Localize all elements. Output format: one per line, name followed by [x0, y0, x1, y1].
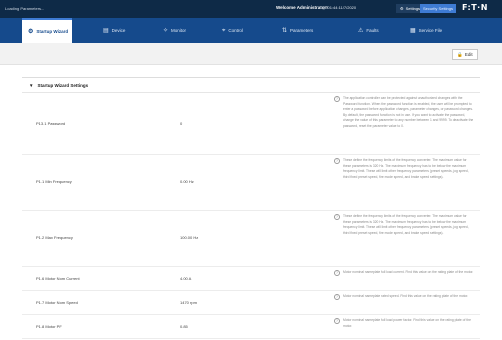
gear-icon: ⚙: [28, 28, 34, 35]
tab-parameters[interactable]: ⇅ Parameters: [282, 18, 313, 43]
help-icon: ?: [334, 158, 340, 164]
security-settings-button[interactable]: Security Settings: [420, 4, 456, 13]
parameter-value[interactable]: 1470 rpm: [180, 300, 197, 305]
parameter-value[interactable]: 0: [180, 121, 182, 126]
parameter-label: P13.1 Password: [36, 121, 66, 126]
main-tabs: ⚙ Startup Wizard ▤ Device ✧ Monitor ⌖ Co…: [0, 18, 502, 43]
tab-service-file[interactable]: ▦ Service File: [410, 18, 442, 43]
parameter-help: ? These define the frequency limits of t…: [334, 158, 474, 180]
tab-device[interactable]: ▤ Device: [103, 18, 125, 43]
parameter-label: P1.1 Min Frequency: [36, 179, 72, 184]
help-icon: ?: [334, 96, 340, 102]
tab-startup-wizard[interactable]: ⚙ Startup Wizard: [22, 18, 72, 43]
help-text: Motor nominal nameplate rated speed. Fin…: [343, 294, 469, 298]
lock-icon: 🔒: [457, 51, 463, 57]
bell-icon: ⚠: [358, 27, 364, 34]
parameter-help: ? The application controller can be prot…: [334, 96, 474, 130]
edit-button[interactable]: 🔒 Edit: [452, 49, 478, 60]
settings-gear-icon: ⚙: [400, 6, 404, 11]
startup-wizard-panel: ▼ Startup Wizard Settings P13.1 Password…: [22, 77, 480, 340]
parameter-help: ? Motor nominal nameplate full load powe…: [334, 318, 474, 329]
parameter-label: P1.2 Max Frequency: [36, 235, 73, 240]
clock-icon: ◷: [322, 5, 326, 10]
parameter-row: P1.8 Motor PF 0.85 ? Motor nominal namep…: [22, 315, 480, 339]
tab-label: Startup Wizard: [36, 29, 69, 34]
parameter-label: P1.8 Motor PF: [36, 324, 62, 329]
parameter-value[interactable]: 0.85: [180, 324, 188, 329]
help-text: Motor nominal nameplate full load power …: [343, 318, 471, 328]
tab-label: Control: [228, 28, 243, 33]
welcome-message: Welcome Administrator!: [276, 5, 328, 10]
tab-label: Device: [111, 28, 126, 33]
help-text: These define the frequency limits of the…: [343, 214, 469, 235]
tab-label: Faults: [366, 28, 379, 33]
datetime-text: 01:44:11/7/2020: [327, 5, 357, 10]
tab-label: Parameters: [290, 28, 314, 33]
help-text: Motor nominal nameplate full load curren…: [343, 270, 474, 274]
tab-label: Monitor: [171, 28, 187, 33]
parameter-help: ? These define the frequency limits of t…: [334, 214, 474, 236]
help-text: These define the frequency limits of the…: [343, 158, 469, 179]
monitor-icon: ✧: [163, 27, 169, 34]
help-icon: ?: [334, 214, 340, 220]
top-bar: Loading Parameters... Welcome Administra…: [0, 0, 502, 18]
parameter-row: P1.1 Min Frequency 0.00 Hz ? These defin…: [22, 155, 480, 211]
parameter-value[interactable]: 4.00 A: [180, 276, 191, 281]
edit-label: Edit: [464, 52, 473, 57]
parameter-help: ? Motor nominal nameplate full load curr…: [334, 270, 474, 276]
parameter-value[interactable]: 0.00 Hz: [180, 179, 194, 184]
loading-status: Loading Parameters...: [5, 6, 45, 11]
control-icon: ⌖: [222, 27, 226, 34]
parameter-row: P1.6 Motor Nom Current 4.00 A ? Motor no…: [22, 267, 480, 291]
parameter-help: ? Motor nominal nameplate rated speed. F…: [334, 294, 474, 300]
file-icon: ▦: [410, 27, 416, 34]
panel-header[interactable]: ▼ Startup Wizard Settings: [22, 78, 480, 93]
tab-label: Service File: [418, 28, 443, 33]
tab-faults[interactable]: ⚠ Faults: [358, 18, 379, 43]
parameter-label: P1.6 Motor Nom Current: [36, 276, 80, 281]
parameter-label: P1.7 Motor Nom Speed: [36, 300, 78, 305]
help-icon: ?: [334, 270, 340, 276]
parameter-row: P13.1 Password 0 ? The application contr…: [22, 93, 480, 155]
device-icon: ▤: [103, 27, 109, 34]
parameters-icon: ⇅: [282, 27, 288, 34]
parameter-row: P1.7 Motor Nom Speed 1470 rpm ? Motor no…: [22, 291, 480, 315]
parameter-value[interactable]: 100.00 Hz: [180, 235, 198, 240]
help-icon: ?: [334, 318, 340, 324]
settings-label: Settings: [405, 6, 421, 11]
eaton-logo: F:T·N: [462, 3, 488, 12]
help-text: The application controller can be protec…: [343, 96, 474, 128]
help-icon: ?: [334, 294, 340, 300]
parameter-row: P1.2 Max Frequency 100.00 Hz ? These def…: [22, 211, 480, 267]
panel-title: Startup Wizard Settings: [37, 82, 89, 88]
toolbar: 🔒 Edit: [0, 43, 502, 65]
tab-control[interactable]: ⌖ Control: [222, 18, 243, 43]
chevron-down-icon: ▼: [29, 82, 34, 88]
datetime: ◷ 01:44:11/7/2020: [322, 5, 356, 10]
tab-monitor[interactable]: ✧ Monitor: [163, 18, 186, 43]
